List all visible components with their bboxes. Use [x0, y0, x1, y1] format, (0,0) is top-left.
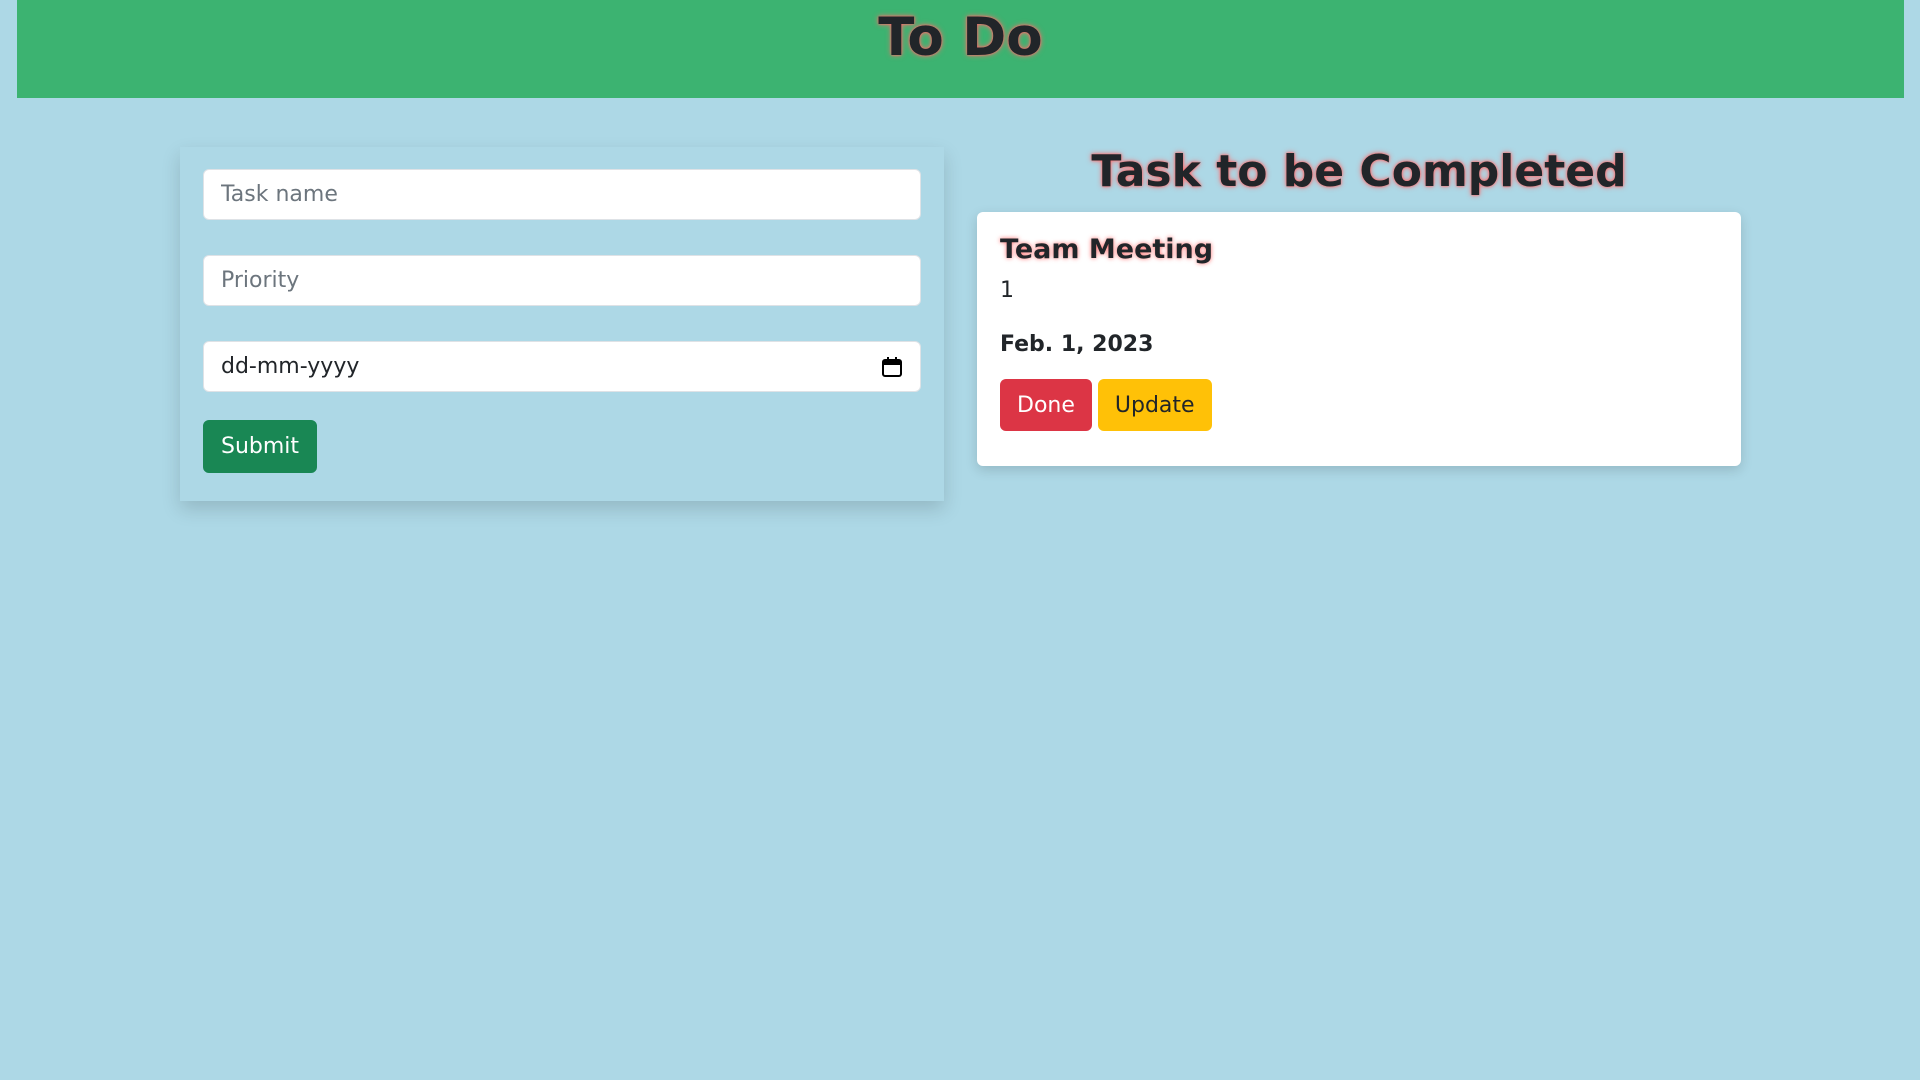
app-header: To Do: [17, 0, 1904, 98]
task-card: Team Meeting 1 Feb. 1, 2023 Done Update: [977, 212, 1741, 466]
task-actions: Done Update: [1000, 379, 1718, 431]
task-date: Feb. 1, 2023: [1000, 332, 1154, 357]
submit-button[interactable]: Submit: [203, 420, 318, 473]
add-task-form: dd-mm-yyyy Submit: [180, 147, 944, 501]
app-title: To Do: [878, 6, 1043, 68]
task-name-input[interactable]: [203, 169, 921, 220]
done-button[interactable]: Done: [1000, 379, 1092, 431]
update-button[interactable]: Update: [1097, 379, 1212, 431]
date-input[interactable]: dd-mm-yyyy: [203, 341, 921, 392]
calendar-icon[interactable]: [881, 356, 903, 378]
task-priority: 1: [1000, 278, 1014, 303]
tasks-heading: Task to be Completed: [1091, 146, 1627, 197]
task-name: Team Meeting: [1000, 234, 1214, 265]
date-placeholder: dd-mm-yyyy: [221, 354, 360, 379]
priority-input[interactable]: [203, 255, 921, 306]
